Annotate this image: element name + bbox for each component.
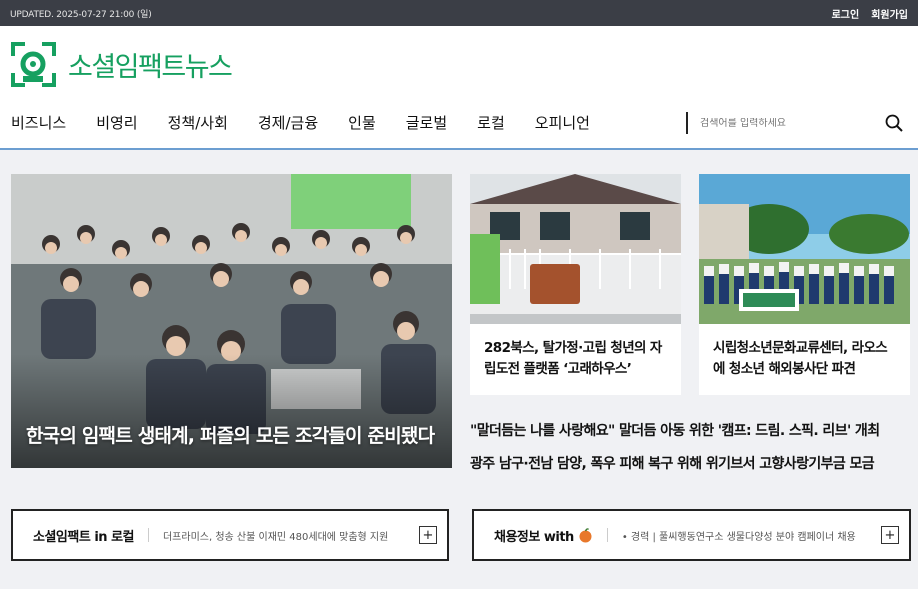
divider [147,528,149,542]
site-header: 소셜임팩트뉴스 비즈니스 비영리 정책/사회 경제/금융 인물 글로벌 로컬 오… [0,26,918,150]
headline-link[interactable]: 광주 남구·전남 담양, 폭우 피해 복구 위해 위기브서 고향사랑기부금 모금 [470,453,910,473]
local-box-title[interactable]: 소셜임팩트 in 로컬 [33,526,134,545]
article-card-gorae-house[interactable]: 282북스, 탈가정·고립 청년의 자립도전 플랫폼 ‘고래하우스’ [470,174,681,395]
jobs-box-headline[interactable]: • 경력 | 풀씨행동연구소 생물다양성 분야 캠페이너 채용 [622,528,867,543]
article-title[interactable]: 시립청소년문화교류센터, 라오스에 청소년 해외봉사단 파견 [699,324,910,380]
nav-item-people[interactable]: 인물 [348,112,376,133]
login-link[interactable]: 로그인 [832,6,860,21]
top-bar: UPDATED. 2025-07-27 21:00 (일) 로그인 회원가입 [0,0,918,26]
nav-item-opinion[interactable]: 오피니언 [535,112,590,133]
headline-link[interactable]: "말더듬는 나를 사랑해요" 말더듬 아동 위한 '캠프: 드림. 스픽. 리브… [470,420,910,440]
main-nav: 비즈니스 비영리 정책/사회 경제/금융 인물 글로벌 로컬 오피니언 [11,112,620,133]
article-card-laos-volunteer[interactable]: 시립청소년문화교류센터, 라오스에 청소년 해외봉사단 파견 [699,174,910,395]
divider [606,528,608,542]
more-plus-button[interactable]: + [881,526,899,544]
hero-article[interactable]: 한국의 임팩트 생태계, 퍼즐의 모든 조각들이 준비됐다 [11,174,452,468]
jobs-box: 채용정보 with • 경력 | 풀씨행동연구소 생물다양성 분야 캠페이너 채… [472,509,911,561]
search-icon[interactable] [885,114,903,132]
orange-logo-icon [579,527,592,542]
more-plus-button[interactable]: + [419,526,437,544]
jobs-box-label: 채용정보 with [494,529,574,545]
search-bar [686,112,906,134]
jobs-box-title[interactable]: 채용정보 with [494,526,593,545]
article-thumbnail [470,174,681,324]
nav-item-business[interactable]: 비즈니스 [11,112,66,133]
local-box-headline[interactable]: 더프라미스, 청송 산불 이재민 480세대에 맞춤형 지원 [163,528,405,543]
article-thumbnail [699,174,910,324]
nav-item-global[interactable]: 글로벌 [406,112,447,133]
article-title[interactable]: 282북스, 탈가정·고립 청년의 자립도전 플랫폼 ‘고래하우스’ [470,324,681,380]
site-logo[interactable]: 소셜임팩트뉴스 [11,42,233,87]
nav-item-local[interactable]: 로컬 [477,112,505,133]
nav-item-economy-finance[interactable]: 경제/금융 [258,112,318,133]
search-input[interactable] [700,117,870,129]
hero-title[interactable]: 한국의 임팩트 생태계, 퍼즐의 모든 조각들이 준비됐다 [26,422,437,451]
nav-item-nonprofit[interactable]: 비영리 [96,112,137,133]
signup-link[interactable]: 회원가입 [871,6,908,21]
updated-timestamp: UPDATED. 2025-07-27 21:00 (일) [10,9,152,20]
nav-item-policy-society[interactable]: 정책/사회 [168,112,228,133]
auth-links: 로그인 회원가입 [832,6,908,21]
local-news-box: 소셜임팩트 in 로컬 더프라미스, 청송 산불 이재민 480세대에 맞춤형 … [11,509,449,561]
logo-text: 소셜임팩트뉴스 [68,52,233,83]
logo-mark-icon [11,42,56,87]
